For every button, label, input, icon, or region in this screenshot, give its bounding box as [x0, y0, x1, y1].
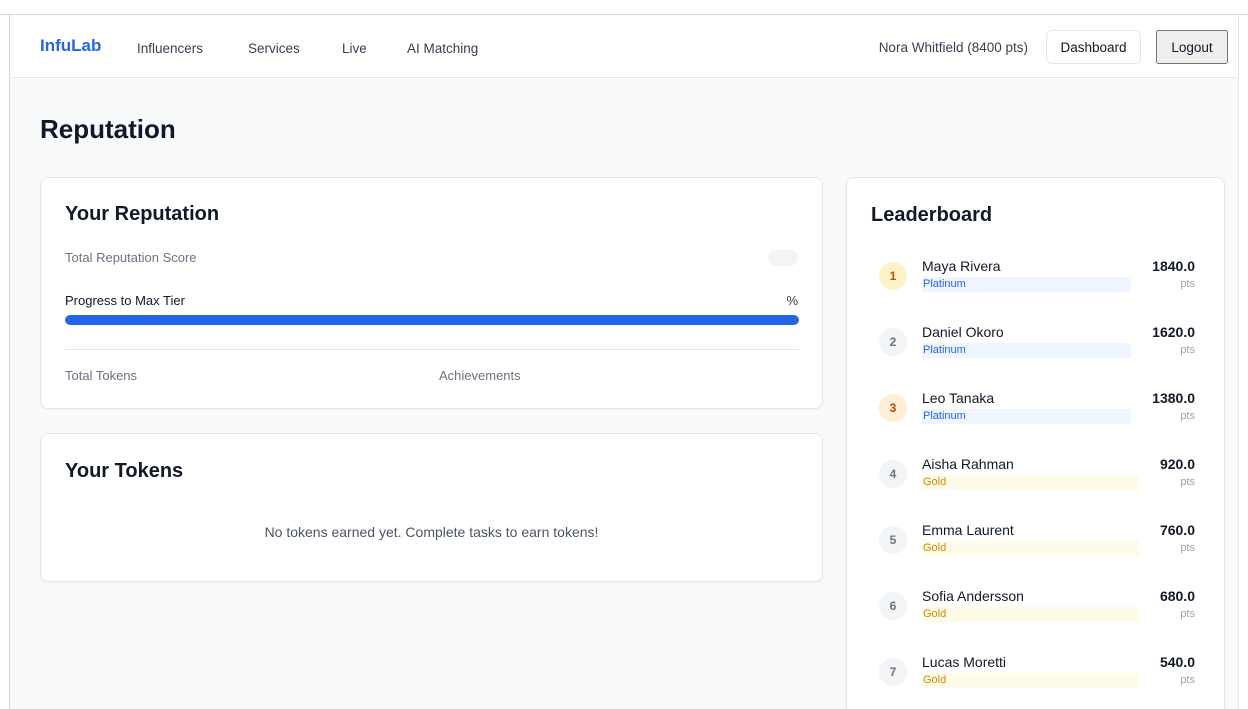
app-window: InfuLab Influencers Services Live AI Mat… — [10, 15, 1238, 709]
tier-badge: Gold — [922, 541, 1139, 556]
progress-label: Progress to Max Tier — [65, 293, 185, 308]
leaderboard-name: Lucas Moretti — [922, 654, 1007, 670]
nav-link-ai-matching[interactable]: AI Matching — [407, 41, 478, 56]
leaderboard-row[interactable]: 3 Leo Tanaka Platinum 1380.0 pts — [871, 390, 1202, 440]
rank-badge: 5 — [879, 526, 907, 554]
leaderboard-points: 1620.0 — [1152, 324, 1195, 340]
leaderboard-name: Aisha Rahman — [922, 456, 1014, 472]
leaderboard-points: 540.0 — [1159, 654, 1195, 670]
nav-link-services[interactable]: Services — [248, 41, 300, 56]
achievements-label: Achievements — [439, 368, 521, 383]
leaderboard-row[interactable]: 4 Aisha Rahman Gold 920.0 pts — [871, 456, 1202, 506]
leaderboard-name: Emma Laurent — [922, 522, 1014, 538]
leaderboard-row[interactable]: 7 Lucas Moretti Gold 540.0 pts — [871, 654, 1202, 704]
rank-badge: 1 — [879, 262, 907, 290]
leaderboard-row[interactable]: 5 Emma Laurent Gold 760.0 pts — [871, 522, 1202, 572]
leaderboard-title: Leaderboard — [871, 204, 993, 226]
total-tokens-label: Total Tokens — [65, 368, 138, 383]
screenshot-frame: InfuLab Influencers Services Live AI Mat… — [0, 0, 1248, 709]
page-title: Reputation — [40, 114, 176, 144]
rank-badge: 7 — [879, 658, 907, 686]
nav-link-influencers[interactable]: Influencers — [137, 41, 203, 56]
tier-badge: Platinum — [922, 409, 1131, 424]
reputation-score-label: Total Reputation Score — [65, 250, 197, 265]
leaderboard-points-unit: pts — [1180, 542, 1195, 554]
leaderboard-name: Sofia Andersson — [922, 588, 1024, 604]
reputation-card-title: Your Reputation — [65, 203, 220, 225]
leaderboard-points: 920.0 — [1159, 456, 1195, 472]
leaderboard-name: Maya Rivera — [922, 258, 1001, 274]
tier-badge: Gold — [922, 673, 1139, 688]
reputation-score-value — [768, 250, 798, 266]
progress-bar-fill — [65, 315, 799, 325]
leaderboard-points: 680.0 — [1159, 588, 1195, 604]
dashboard-button[interactable]: Dashboard — [1046, 30, 1141, 64]
tokens-empty-message: No tokens earned yet. Complete tasks to … — [264, 524, 599, 540]
tier-badge: Gold — [922, 475, 1139, 490]
leaderboard-points-unit: pts — [1180, 476, 1195, 488]
leaderboard-points-unit: pts — [1180, 278, 1195, 290]
leaderboard-name: Daniel Okoro — [922, 324, 1004, 340]
tokens-card: Your Tokens No tokens earned yet. Comple… — [40, 433, 823, 582]
leaderboard-row[interactable]: 2 Daniel Okoro Platinum 1620.0 pts — [871, 324, 1202, 374]
rank-badge: 3 — [879, 394, 907, 422]
rank-badge: 4 — [879, 460, 907, 488]
leaderboard-points-unit: pts — [1180, 674, 1195, 686]
leaderboard-card: Leaderboard 1 Maya Rivera Platinum 1840.0 pt… — [846, 177, 1225, 709]
leaderboard-row[interactable]: 6 Sofia Andersson Gold 680.0 pts — [871, 588, 1202, 638]
leaderboard-row[interactable]: 1 Maya Rivera Platinum 1840.0 pts — [871, 258, 1202, 308]
rank-badge: 6 — [879, 592, 907, 620]
frame-edge-right — [1238, 14, 1239, 709]
progress-bar — [65, 315, 799, 325]
leaderboard-points: 1380.0 — [1152, 390, 1195, 406]
logout-button[interactable]: Logout — [1156, 30, 1228, 64]
leaderboard-points-unit: pts — [1180, 608, 1195, 620]
rank-badge: 2 — [879, 328, 907, 356]
brand-logo[interactable]: InfuLab — [40, 36, 101, 56]
leaderboard-name: Leo Tanaka — [922, 390, 995, 406]
leaderboard-points: 760.0 — [1159, 522, 1195, 538]
top-navbar: InfuLab Influencers Services Live AI Mat… — [10, 15, 1238, 78]
tier-badge: Platinum — [922, 277, 1131, 292]
tier-badge: Platinum — [922, 343, 1131, 358]
leaderboard-points-unit: pts — [1180, 344, 1195, 356]
leaderboard-points: 1840.0 — [1152, 258, 1195, 274]
nav-link-live[interactable]: Live — [342, 41, 367, 56]
user-points-label: Nora Whitfield (8400 pts) — [878, 40, 1028, 55]
leaderboard-points-unit: pts — [1180, 410, 1195, 422]
reputation-card: Your Reputation Total Reputation Score P… — [40, 177, 823, 409]
progress-percent: % — [786, 293, 798, 308]
reputation-divider — [65, 349, 799, 350]
tier-badge: Gold — [922, 607, 1139, 622]
tokens-card-title: Your Tokens — [65, 460, 184, 482]
